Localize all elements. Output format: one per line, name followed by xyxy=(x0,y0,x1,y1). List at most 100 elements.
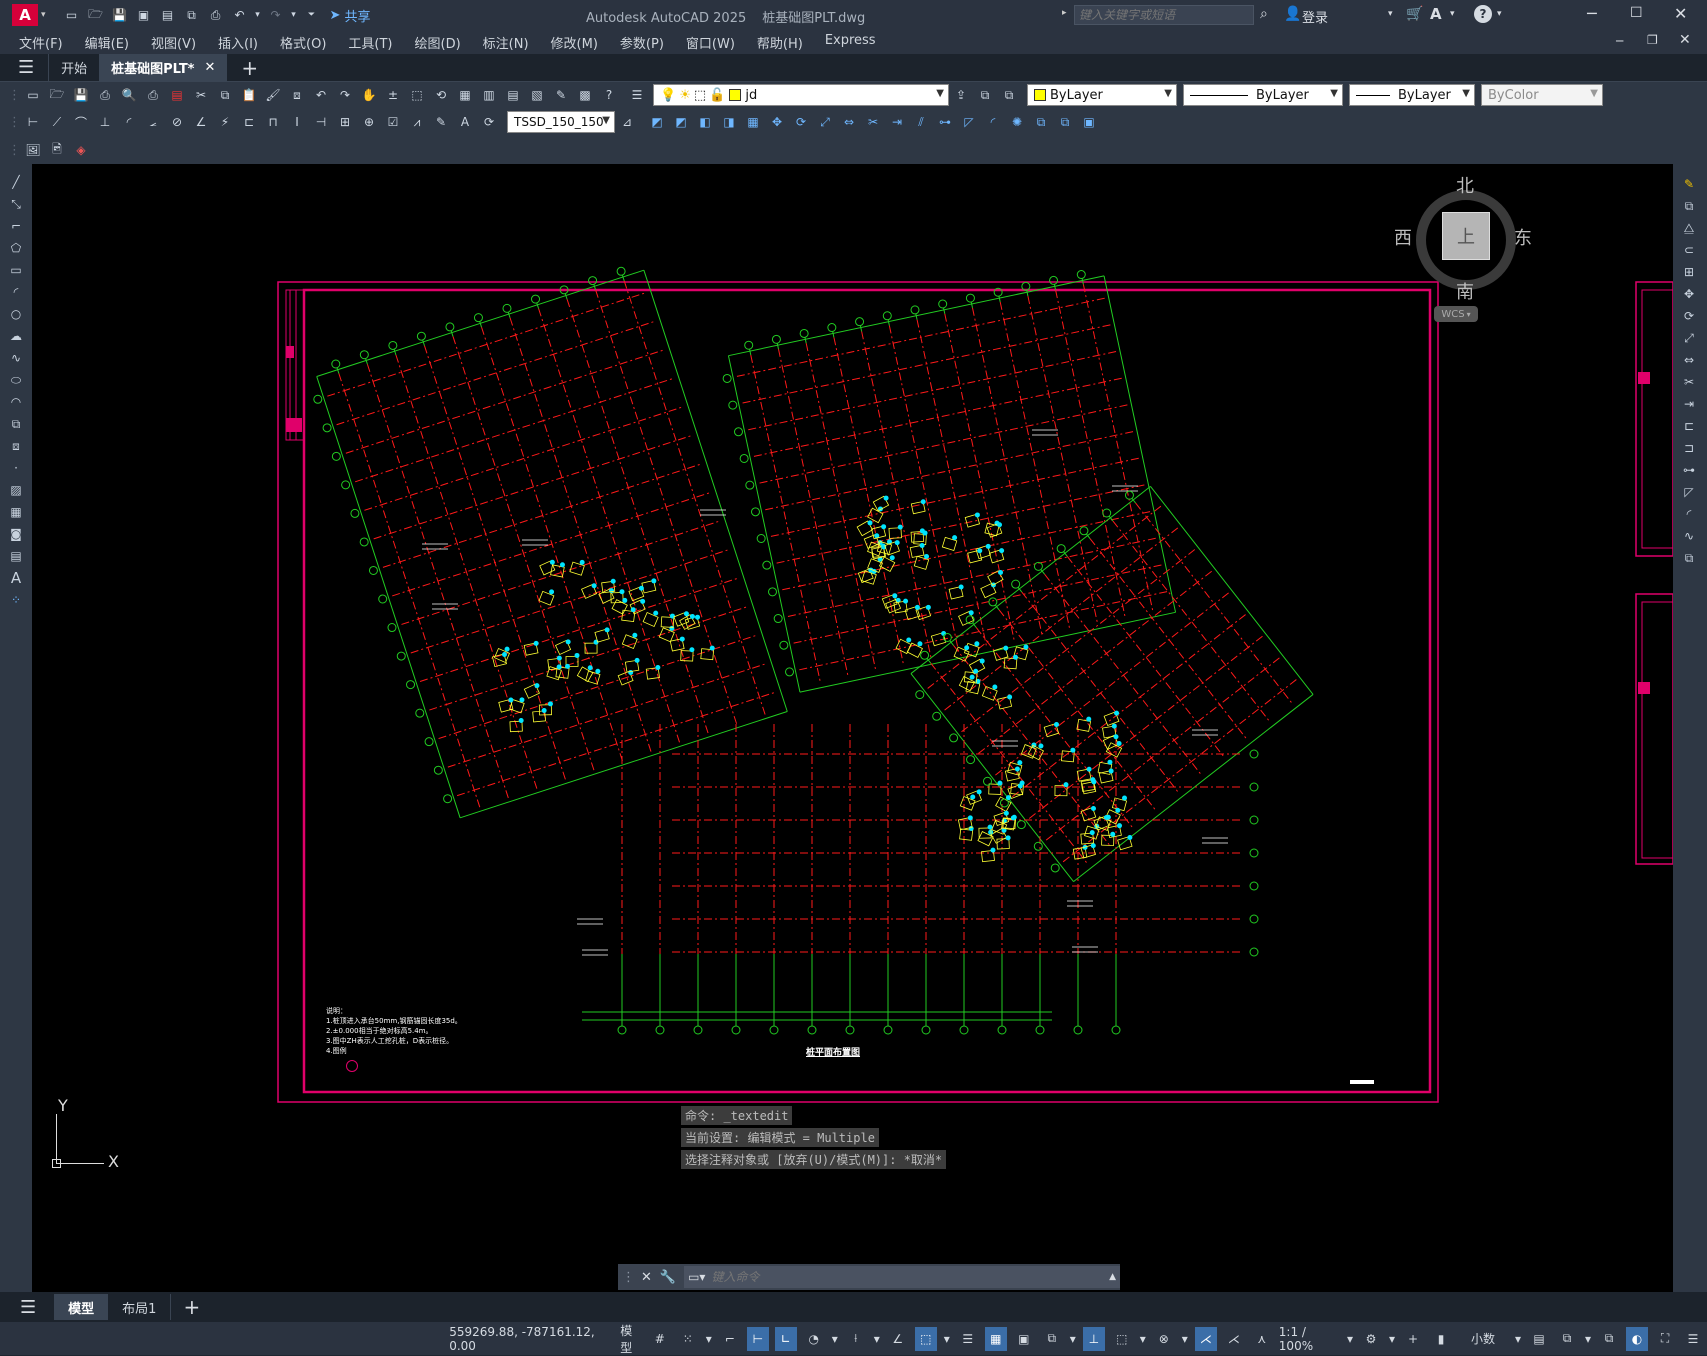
redo-icon[interactable]: ↷ xyxy=(266,5,286,25)
paste-icon[interactable]: 📋 xyxy=(239,85,259,105)
transparency-icon[interactable]: ▦ xyxy=(984,1326,1007,1351)
tab-start[interactable]: 开始 xyxy=(48,53,99,82)
compass-south[interactable]: 南 xyxy=(1456,278,1474,304)
undo-tb-icon[interactable]: ↶ xyxy=(311,85,331,105)
aligned-dim-icon[interactable]: ⟋ xyxy=(47,112,67,132)
grid-icon[interactable]: # xyxy=(649,1327,671,1351)
doc-close-icon[interactable]: ✕ xyxy=(1679,32,1691,48)
doc-minimize-icon[interactable]: ─ xyxy=(1616,34,1623,48)
array-icon[interactable]: ▦ xyxy=(743,112,763,132)
close-icon[interactable]: ✕ xyxy=(1674,4,1687,23)
trim-vertical-icon[interactable]: ✂ xyxy=(1677,372,1701,392)
help-tb-icon[interactable]: ? xyxy=(599,85,619,105)
mtext-icon[interactable]: A xyxy=(4,568,28,588)
dim-edit-icon[interactable]: ✎ xyxy=(431,112,451,132)
plot-icon-tb[interactable]: ⎙ xyxy=(95,85,115,105)
compass-north[interactable]: 北 xyxy=(1456,172,1474,198)
hamburger-menu-icon[interactable]: ☰ xyxy=(18,57,34,78)
layer-state-icon[interactable]: ⧉ xyxy=(999,85,1019,105)
object-snap-tracking-icon[interactable]: ∠ xyxy=(887,1327,909,1351)
tab-drawing[interactable]: 桩基础图PLT* ✕ xyxy=(99,53,228,82)
model-space-toggle[interactable]: 模型 xyxy=(620,1324,643,1355)
annotation-monitor-icon[interactable]: + xyxy=(1402,1327,1424,1351)
markup-icon[interactable]: ✎ xyxy=(551,85,571,105)
open-file-icon[interactable]: 🗁 xyxy=(86,5,106,25)
lineweight-dropdown[interactable]: ByLayer ▼ xyxy=(1349,84,1475,106)
group-icon[interactable]: ▣ xyxy=(1079,112,1099,132)
point-icon[interactable]: · xyxy=(4,458,28,478)
help-icon[interactable]: ? xyxy=(1474,5,1492,23)
autodesk-app-icon[interactable]: A xyxy=(1430,5,1442,23)
save-icon[interactable]: 💾 xyxy=(110,5,130,25)
dimstyle-manager-icon[interactable]: ⊿ xyxy=(617,112,637,132)
explode-icon[interactable]: ✺ xyxy=(1007,112,1027,132)
tab-layout1[interactable]: 布局1 xyxy=(108,1294,172,1320)
quick-properties-icon[interactable]: ▤ xyxy=(1528,1327,1550,1351)
chamfer-vertical-icon[interactable]: ◸ xyxy=(1677,482,1701,502)
extend-icon[interactable]: ⇥ xyxy=(887,112,907,132)
zoom-previous-icon[interactable]: ⟲ xyxy=(431,85,451,105)
color-dropdown[interactable]: ByLayer ▼ xyxy=(1027,84,1177,106)
mirror-icon[interactable]: ◧ xyxy=(695,112,715,132)
ellipse-icon[interactable]: ⬭ xyxy=(4,370,28,390)
menu-item[interactable]: 标注(N) xyxy=(472,33,540,52)
save-as-icon[interactable]: ▣ xyxy=(134,5,154,25)
infer-constraints-icon[interactable]: ⌐ xyxy=(719,1327,741,1351)
line-icon[interactable]: ╱ xyxy=(4,172,28,192)
viewcube[interactable]: 上 北 南 西 东 xyxy=(1394,172,1532,303)
annotation-visibility-icon[interactable]: ⋌ xyxy=(1194,1326,1217,1351)
construction-line-icon[interactable]: ⤡ xyxy=(4,194,28,214)
export-pdf-icon[interactable]: ▤ xyxy=(158,5,178,25)
isodraft-icon[interactable]: ⟊ xyxy=(845,1327,867,1351)
jogged-linear-icon[interactable]: ⩘ xyxy=(407,112,427,132)
linetype-dropdown[interactable]: ByLayer ▼ xyxy=(1183,84,1343,106)
quick-dim-icon[interactable]: ⚡ xyxy=(215,112,235,132)
layer-walk-icon[interactable]: ◈ xyxy=(71,140,91,160)
customize-command-icon[interactable]: 🔧 xyxy=(660,1270,676,1285)
autodesk-app-dropdown-icon[interactable]: ▾ xyxy=(1450,9,1455,19)
menu-item[interactable]: 文件(F) xyxy=(8,33,74,52)
extend-vertical-icon[interactable]: ⇥ xyxy=(1677,394,1701,414)
workspace-dropdown-icon[interactable]: ▾ xyxy=(1388,1327,1396,1351)
customization-icon[interactable]: ☰ xyxy=(1682,1327,1704,1351)
coordinates-readout[interactable]: 559269.88, -787161.12, 0.00 xyxy=(449,1325,614,1353)
workspace-gear-icon[interactable]: ⚙ xyxy=(1360,1327,1382,1351)
polar-tracking-icon[interactable]: ◔ xyxy=(803,1327,825,1351)
layer-properties-icon[interactable]: ☰ xyxy=(627,85,647,105)
scale-vertical-icon[interactable]: ⤢ xyxy=(1677,328,1701,348)
plotstyle-dropdown[interactable]: ByColor ▼ xyxy=(1481,84,1603,106)
menu-item[interactable]: 视图(V) xyxy=(140,33,207,52)
match-properties-icon[interactable]: 🖌 xyxy=(263,85,283,105)
arc-length-icon[interactable]: ⌒ xyxy=(71,112,91,132)
lineweight-icon[interactable]: ☰ xyxy=(957,1327,979,1351)
plot-icon[interactable]: ⎙ xyxy=(206,5,226,25)
login-button[interactable]: 登录 xyxy=(1302,7,1328,26)
isolate-objects-icon[interactable]: ⧉ xyxy=(1598,1327,1620,1351)
polyline-icon[interactable]: ⌐ xyxy=(4,216,28,236)
make-current-icon[interactable]: ⇪ xyxy=(951,85,971,105)
cloud-save-icon[interactable]: ⧉ xyxy=(182,5,202,25)
draworder-back-icon[interactable]: ⧉ xyxy=(1055,112,1075,132)
auto-scale-icon[interactable]: ⋌ xyxy=(1223,1327,1245,1351)
object-snap-icon[interactable]: ⬚ xyxy=(914,1326,937,1351)
undo-icon[interactable]: ↶ xyxy=(230,5,250,25)
erase-icon[interactable]: ◩ xyxy=(647,112,667,132)
annotation-scale-icon[interactable]: ⋏ xyxy=(1251,1327,1273,1351)
qnew-icon[interactable]: ▭ xyxy=(23,85,43,105)
rotate-vertical-icon[interactable]: ⟳ xyxy=(1677,306,1701,326)
dynamic-ucs-icon[interactable]: ⊥ xyxy=(1082,1326,1105,1351)
ortho-icon[interactable]: ∟ xyxy=(774,1326,797,1351)
command-prompt-icon[interactable]: ▭▾ xyxy=(688,1270,705,1284)
compass-east[interactable]: 东 xyxy=(1514,224,1532,250)
units-readout[interactable]: 小数 xyxy=(1458,1327,1508,1351)
units-dropdown-icon[interactable]: ▾ xyxy=(1514,1327,1522,1351)
add-selected-icon[interactable]: ⁘ xyxy=(4,590,28,610)
fillet-icon[interactable]: ◜ xyxy=(983,112,1003,132)
search-expand-icon[interactable]: ▸ xyxy=(1062,8,1067,18)
inspection-icon[interactable]: ☑ xyxy=(383,112,403,132)
dim-update-icon[interactable]: ⟳ xyxy=(479,112,499,132)
share-icon[interactable]: ➤ xyxy=(330,8,341,23)
ordinate-dim-icon[interactable]: ⊥ xyxy=(95,112,115,132)
fillet-vertical-icon[interactable]: ◜ xyxy=(1677,504,1701,524)
hardware-acceleration-icon[interactable]: ◐ xyxy=(1626,1326,1649,1351)
